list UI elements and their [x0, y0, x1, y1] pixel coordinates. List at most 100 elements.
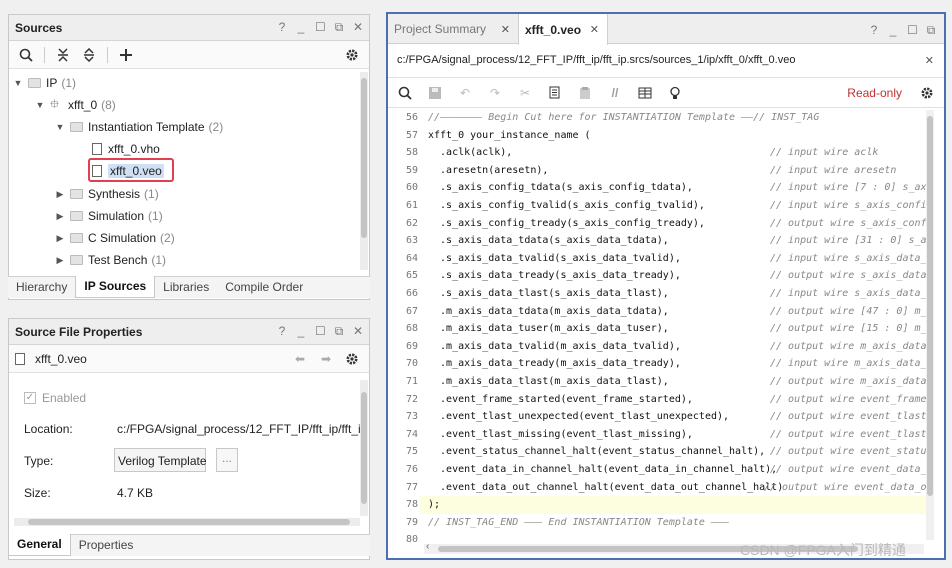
- float-icon[interactable]: ⧉: [334, 324, 344, 339]
- search-icon[interactable]: [394, 82, 416, 104]
- help-icon[interactable]: ?: [869, 23, 879, 38]
- float-icon[interactable]: ⧉: [334, 20, 344, 35]
- highlight-box: [88, 158, 174, 182]
- collapse-all-icon[interactable]: [52, 44, 74, 66]
- tab-project-summary[interactable]: Project Summary ✕: [388, 14, 518, 44]
- close-icon[interactable]: ✕: [590, 23, 599, 36]
- tab-ip-sources[interactable]: IP Sources: [75, 276, 156, 298]
- tab-general[interactable]: General: [8, 534, 71, 556]
- scroll-thumb[interactable]: [927, 116, 933, 496]
- tree-item-synthesis[interactable]: ▶ Synthesis (1): [54, 184, 159, 204]
- arrow-left-icon[interactable]: ⬅: [289, 348, 311, 370]
- lightbulb-icon[interactable]: [664, 82, 686, 104]
- minimize-icon[interactable]: _: [888, 23, 898, 38]
- code-line: );: [428, 499, 441, 511]
- chevron-right-icon[interactable]: ▶: [54, 255, 66, 266]
- code-comment: // input wire s_axis_data_tla: [770, 288, 926, 299]
- code-line: xfft_0 your_instance_name (: [428, 129, 591, 141]
- code-line: .s_axis_data_tvalid(s_axis_data_tvalid),: [428, 252, 681, 264]
- read-only-label: Read-only: [847, 85, 902, 100]
- tree-item-xfft0[interactable]: ▼ ⯐ xfft_0 (8): [34, 95, 116, 115]
- tab-hierarchy[interactable]: Hierarchy: [8, 277, 75, 298]
- column-select-icon[interactable]: [634, 82, 656, 104]
- maximize-icon[interactable]: ☐: [315, 324, 326, 339]
- line-number: 71: [405, 376, 418, 387]
- close-icon[interactable]: ✕: [925, 54, 934, 67]
- code-line: .s_axis_config_tvalid(s_axis_config_tval…: [428, 200, 705, 211]
- maximize-icon[interactable]: ☐: [907, 23, 918, 38]
- scroll-thumb[interactable]: [28, 519, 350, 525]
- chevron-down-icon[interactable]: ▼: [54, 122, 66, 132]
- chevron-right-icon[interactable]: ▶: [54, 233, 66, 244]
- scroll-left-icon[interactable]: ‹: [426, 541, 429, 552]
- close-icon[interactable]: ✕: [353, 324, 363, 339]
- line-number: 75: [405, 446, 418, 458]
- minimize-icon[interactable]: _: [296, 324, 306, 339]
- tab-libraries[interactable]: Libraries: [155, 277, 217, 298]
- add-source-icon[interactable]: [115, 44, 137, 66]
- sources-tree: ▼ IP (1) ▼ ⯐ xfft_0 (8) ▼ Instantiation Te…: [8, 72, 354, 268]
- gear-icon[interactable]: [341, 348, 363, 370]
- help-icon[interactable]: ?: [277, 20, 287, 35]
- tab-xfft0-veo[interactable]: xfft_0.veo ✕: [518, 14, 608, 45]
- code-comment: // output wire event_data_out_: [764, 481, 926, 493]
- type-more-button[interactable]: ...: [216, 448, 238, 472]
- line-number: 65: [405, 270, 418, 282]
- code-line: .m_axis_data_tdata(m_axis_data_tdata),: [428, 305, 669, 317]
- properties-hscroll[interactable]: [14, 518, 360, 526]
- gear-icon[interactable]: [916, 82, 938, 104]
- float-icon[interactable]: ⧉: [926, 23, 936, 38]
- close-icon[interactable]: ✕: [501, 23, 510, 36]
- size-value: 4.7 KB: [117, 486, 154, 500]
- expand-all-icon[interactable]: [78, 44, 100, 66]
- scroll-thumb[interactable]: [361, 78, 367, 238]
- chevron-down-icon[interactable]: ▼: [12, 78, 24, 88]
- help-icon[interactable]: ?: [277, 324, 287, 339]
- redo-icon[interactable]: ↷: [484, 82, 506, 104]
- sources-header: Sources ? _ ☐ ⧉ ✕: [9, 15, 369, 41]
- chevron-right-icon[interactable]: ▶: [54, 189, 66, 200]
- close-icon[interactable]: ✕: [353, 20, 363, 35]
- tree-item-instantiation-template[interactable]: ▼ Instantiation Template (2): [54, 117, 224, 137]
- tree-item-xfft0-vho[interactable]: xfft_0.vho: [92, 139, 160, 159]
- line-number: 70: [405, 358, 418, 370]
- line-number: 72: [405, 393, 418, 405]
- folder-icon: [70, 233, 83, 243]
- editor-tab-bar: Project Summary ✕ xfft_0.veo ✕ ? _ ☐ ⧉: [388, 14, 944, 45]
- cut-icon[interactable]: ✂: [514, 82, 536, 104]
- folder-icon: [28, 78, 41, 88]
- tree-item-test-bench[interactable]: ▶ Test Bench (1): [54, 250, 167, 268]
- copy-icon[interactable]: [544, 82, 566, 104]
- paste-icon[interactable]: [574, 82, 596, 104]
- size-label: Size:: [24, 486, 51, 500]
- type-label: Type:: [24, 454, 54, 468]
- enabled-row[interactable]: ✓ Enabled: [24, 391, 86, 405]
- gear-icon[interactable]: [341, 44, 363, 66]
- editor-vscroll[interactable]: [926, 110, 934, 540]
- line-number: 78: [405, 499, 418, 511]
- sources-scrollbar[interactable]: [360, 72, 368, 270]
- line-number: 79: [405, 516, 418, 528]
- tab-compile-order[interactable]: Compile Order: [217, 277, 311, 298]
- properties-header: Source File Properties ? _ ☐ ⧉ ✕: [9, 319, 369, 345]
- properties-vscroll[interactable]: [360, 380, 368, 516]
- checkmark-icon[interactable]: ✓: [24, 392, 36, 404]
- tree-item-simulation[interactable]: ▶ Simulation (1): [54, 206, 163, 226]
- minimize-icon[interactable]: _: [296, 20, 306, 35]
- maximize-icon[interactable]: ☐: [315, 20, 326, 35]
- tree-item-ip[interactable]: ▼ IP (1): [12, 73, 76, 93]
- scroll-thumb[interactable]: [361, 392, 367, 504]
- arrow-right-icon[interactable]: ➡: [315, 348, 337, 370]
- chevron-down-icon[interactable]: ▼: [34, 100, 46, 110]
- tree-item-c-simulation[interactable]: ▶ C Simulation (2): [54, 228, 175, 248]
- tab-properties[interactable]: Properties: [71, 535, 142, 556]
- search-icon[interactable]: [15, 44, 37, 66]
- save-icon[interactable]: [424, 82, 446, 104]
- code-area[interactable]: 56 //——————— Begin Cut here for INSTANTIA…: [392, 110, 926, 550]
- undo-icon[interactable]: ↶: [454, 82, 476, 104]
- code-line: .m_axis_data_tuser(m_axis_data_tuser),: [428, 323, 669, 335]
- code-line: .event_tlast_missing(event_tlast_missing…: [428, 428, 693, 440]
- comment-toggle-icon[interactable]: //: [604, 82, 626, 104]
- properties-toolbar: xfft_0.veo ⬅ ➡: [9, 345, 369, 373]
- chevron-right-icon[interactable]: ▶: [54, 211, 66, 222]
